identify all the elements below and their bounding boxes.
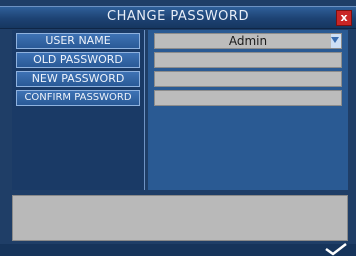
- confirm-button[interactable]: [322, 242, 350, 256]
- user-name-label: USER NAME: [16, 33, 140, 49]
- message-area: [12, 195, 348, 241]
- user-name-value: Admin: [228, 34, 268, 48]
- change-password-dialog: CHANGE PASSWORD x USER NAME OLD PASSWORD…: [0, 0, 356, 256]
- new-password-label: NEW PASSWORD: [16, 71, 140, 87]
- confirm-password-field[interactable]: [154, 90, 342, 106]
- dropdown-button[interactable]: [331, 34, 341, 48]
- checkmark-icon: [325, 243, 347, 256]
- value-column: Admin: [148, 30, 348, 190]
- close-button[interactable]: x: [336, 10, 352, 26]
- new-password-field[interactable]: [154, 71, 342, 87]
- bottom-bar: [0, 244, 356, 256]
- confirm-password-label: CONFIRM PASSWORD: [16, 90, 140, 106]
- user-name-select[interactable]: Admin: [154, 33, 342, 49]
- old-password-field[interactable]: [154, 52, 342, 68]
- old-password-label: OLD PASSWORD: [16, 52, 140, 68]
- dialog-title: CHANGE PASSWORD: [107, 9, 249, 24]
- label-column: USER NAME OLD PASSWORD NEW PASSWORD CONF…: [12, 30, 145, 190]
- title-bar: CHANGE PASSWORD x: [0, 6, 356, 29]
- close-icon: x: [340, 11, 348, 24]
- chevron-down-icon: [331, 37, 339, 43]
